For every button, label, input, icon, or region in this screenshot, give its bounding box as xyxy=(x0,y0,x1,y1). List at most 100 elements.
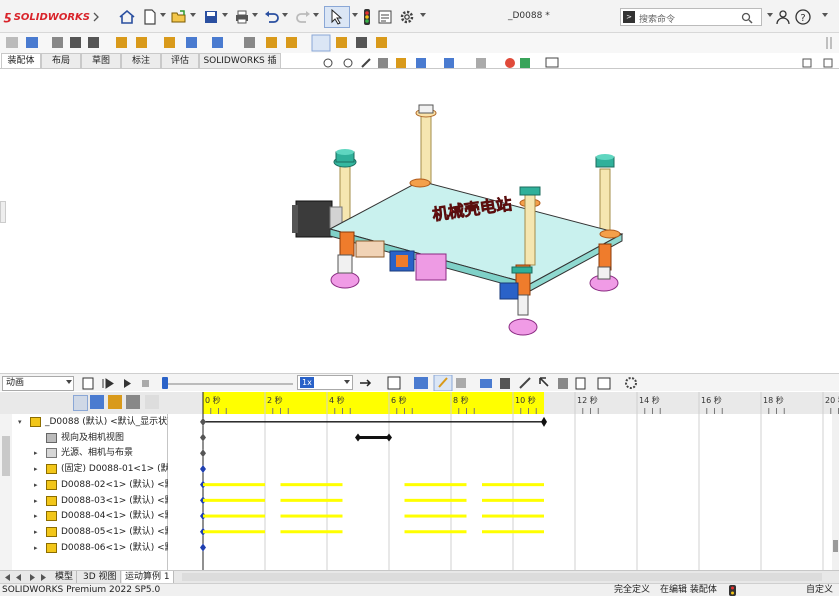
filter-animated-icon[interactable] xyxy=(90,395,104,409)
hide-show-items-icon xyxy=(476,58,486,68)
chevron-down-icon[interactable] xyxy=(420,13,426,17)
select-button[interactable] xyxy=(324,6,350,28)
chevron-down-icon xyxy=(66,380,72,384)
chevron-down-icon[interactable] xyxy=(282,13,288,17)
start-key[interactable] xyxy=(200,464,206,473)
assembly-features-icon xyxy=(164,37,175,48)
tree-row[interactable]: ▸ D0088-02<1> (默认) <默 xyxy=(0,477,168,493)
tab-markup[interactable]: 标注 xyxy=(121,53,161,69)
expand-icon[interactable]: ▸ xyxy=(34,461,42,477)
expand-icon[interactable]: ▸ xyxy=(34,540,42,556)
timeline-scrollbar-thumb[interactable] xyxy=(833,540,838,552)
solidworks-logo[interactable]: ƽ SOLIDWORKS xyxy=(4,9,90,23)
update-speedpak-icon xyxy=(311,34,331,52)
print-icon[interactable] xyxy=(233,8,251,26)
chevron-down-icon[interactable] xyxy=(222,13,228,17)
tree-row[interactable]: ▸ D0088-06<1> (默认) <默 xyxy=(0,540,168,556)
change-bar xyxy=(482,483,544,487)
chevron-down-icon[interactable] xyxy=(252,13,258,17)
filter-driving-icon[interactable] xyxy=(108,395,122,409)
camera-key[interactable] xyxy=(386,433,392,442)
start-key[interactable] xyxy=(200,449,206,458)
toolbar-scroll-icon[interactable] xyxy=(826,37,832,49)
playback-slider-track[interactable] xyxy=(163,383,293,385)
graphics-area[interactable]: 机械壳电站 xyxy=(0,69,839,369)
save-icon[interactable] xyxy=(202,8,220,26)
home-icon[interactable] xyxy=(118,8,136,26)
tab-sketch[interactable]: 草图 xyxy=(81,53,121,69)
redo-icon[interactable] xyxy=(294,8,312,26)
search-icon[interactable] xyxy=(741,12,753,24)
filter-results-icon[interactable] xyxy=(145,395,159,409)
status-definition: 完全定义 xyxy=(614,585,651,595)
collapse-icon[interactable]: ▾ xyxy=(18,414,26,430)
zoom-to-area-icon xyxy=(343,58,353,68)
expand-icon[interactable]: ▸ xyxy=(34,524,42,540)
gear-icon[interactable] xyxy=(398,8,416,26)
tile-window-icon xyxy=(802,58,812,68)
chevron-down-icon[interactable] xyxy=(190,13,196,17)
traffic-light-icon[interactable] xyxy=(358,8,376,26)
filter-icon[interactable] xyxy=(73,395,88,411)
expand-icon[interactable]: ▸ xyxy=(34,445,42,461)
start-key[interactable] xyxy=(200,417,206,426)
rebuild-traffic-light-icon[interactable] xyxy=(729,585,736,596)
undo-icon[interactable] xyxy=(263,8,281,26)
insert-component-icon xyxy=(6,37,18,48)
timeline-tick-label: 14 秒 xyxy=(639,395,660,405)
chevron-down-icon[interactable] xyxy=(767,13,773,17)
tree-row[interactable]: ▸ 光源、相机与布景 xyxy=(0,445,168,461)
chevron-down-icon[interactable] xyxy=(313,13,319,17)
start-key[interactable] xyxy=(200,543,206,552)
camera-key[interactable] xyxy=(355,433,361,442)
edit-appearance-icon xyxy=(505,58,515,68)
chevron-down-icon[interactable] xyxy=(160,13,166,17)
tab-layout[interactable]: 布局 xyxy=(41,53,81,69)
tree-row[interactable]: ▸ (固定) D0088-01<1> (默认 xyxy=(0,461,168,477)
change-bar xyxy=(404,514,467,518)
new-document-icon[interactable] xyxy=(141,8,159,26)
tree-row[interactable]: ▾ _D0088 (默认) <默认_显示状态 xyxy=(0,414,168,430)
assembly-model[interactable]: 机械壳电站 xyxy=(0,69,839,369)
motion-timeline[interactable]: 0 秒 2 秒 4 秒 6 秒 8 秒 10 秒 12 秒 14 秒 16 秒 18 秒 20 秒 xyxy=(168,392,839,570)
playback-slider-thumb[interactable] xyxy=(162,377,168,389)
file-properties-icon[interactable] xyxy=(376,8,394,26)
chevron-down-icon[interactable] xyxy=(822,13,828,17)
tab-navigation-arrows[interactable] xyxy=(2,573,48,582)
command-prompt-icon: > xyxy=(623,11,635,23)
command-icons[interactable] xyxy=(6,34,387,52)
tree-row[interactable]: ▸ D0088-03<1> (默认) <默 xyxy=(0,493,168,509)
tab-evaluate[interactable]: 评估 xyxy=(161,53,199,69)
filter-selected-icon[interactable] xyxy=(126,395,140,409)
tree-row[interactable]: ▸ D0088-04<1> (默认) <默 xyxy=(0,508,168,524)
tree-row[interactable]: 视向及相机视图 xyxy=(0,430,168,446)
tab-solidworks-addins[interactable]: SOLIDWORKS 插件 xyxy=(199,53,281,80)
timeline-tick-label: 16 秒 xyxy=(701,395,722,405)
study-duration-band xyxy=(203,392,544,414)
search-input[interactable]: > 搜索命令 xyxy=(620,8,762,26)
timeline-tick-label: 6 秒 xyxy=(391,395,407,405)
start-key[interactable] xyxy=(200,433,206,442)
status-units[interactable]: 自定义 xyxy=(806,584,833,596)
chevron-right-icon[interactable] xyxy=(92,12,100,22)
timeline-canvas[interactable]: 0 秒 2 秒 4 秒 6 秒 8 秒 10 秒 12 秒 14 秒 16 秒 18 秒 20 秒 xyxy=(168,392,839,570)
user-icon[interactable] xyxy=(774,8,792,26)
expand-icon[interactable]: ▸ xyxy=(34,508,42,524)
motion-tools[interactable] xyxy=(358,375,648,391)
horizontal-scrollbar[interactable] xyxy=(182,573,822,581)
help-icon[interactable]: ? xyxy=(794,8,812,26)
expand-icon[interactable]: ▸ xyxy=(34,477,42,493)
tree-row[interactable]: ▸ D0088-05<1> (默认) <默 xyxy=(0,524,168,540)
tree-row-label: (固定) D0088-01<1> (默认 xyxy=(61,464,168,475)
study-type-select[interactable]: 动画 xyxy=(2,376,74,391)
stop-icon xyxy=(142,380,149,387)
tree-scrollbar-thumb[interactable] xyxy=(2,436,10,476)
open-folder-icon[interactable] xyxy=(170,8,188,26)
show-hidden-icon xyxy=(136,37,147,48)
force-icon xyxy=(539,377,549,387)
playback-controls[interactable] xyxy=(82,376,162,391)
window-controls[interactable] xyxy=(802,57,834,69)
end-key[interactable] xyxy=(541,416,547,427)
expand-icon[interactable]: ▸ xyxy=(34,493,42,509)
tab-assembly[interactable]: 装配体 xyxy=(1,53,41,69)
